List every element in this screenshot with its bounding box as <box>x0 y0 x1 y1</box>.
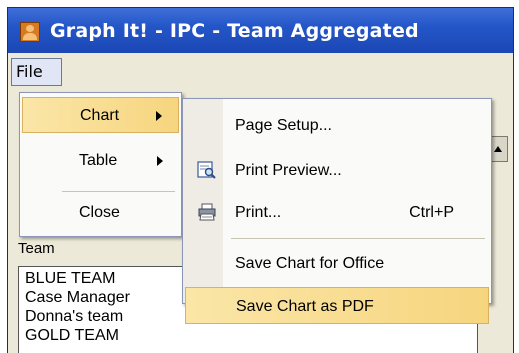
user-icon <box>20 22 40 42</box>
menu-item-print-preview[interactable]: Print Preview... <box>185 152 489 189</box>
print-preview-icon <box>197 161 217 179</box>
window-title: Graph It! - IPC - Team Aggregated <box>50 20 419 42</box>
shortcut-label: Ctrl+P <box>409 204 454 221</box>
list-item[interactable]: Donna's team <box>25 307 123 326</box>
menu-item-label: Save Chart for Office <box>235 255 385 272</box>
list-item[interactable]: Case Manager <box>25 288 130 307</box>
team-label: Team <box>18 240 55 254</box>
menu-separator <box>231 238 485 239</box>
submenu-arrow-icon <box>156 111 162 121</box>
file-menu: Chart Table Close <box>19 92 182 237</box>
submenu-arrow-icon <box>157 156 163 166</box>
menu-item-close[interactable]: Close <box>22 195 179 231</box>
menu-item-page-setup[interactable]: Page Setup... <box>185 107 489 144</box>
menu-file[interactable]: File <box>11 58 62 86</box>
menu-separator <box>62 191 175 192</box>
menu-item-chart[interactable]: Chart <box>22 97 179 133</box>
menu-item-save-pdf[interactable]: Save Chart as PDF <box>185 287 489 324</box>
menu-item-label: Print Preview... <box>235 162 342 179</box>
title-bar[interactable]: Graph It! - IPC - Team Aggregated <box>8 8 513 53</box>
menu-item-label: Chart <box>80 107 120 124</box>
menu-item-label: Page Setup... <box>235 117 332 134</box>
menu-item-label: Print... <box>235 204 282 221</box>
menu-item-save-office[interactable]: Save Chart for Office <box>185 245 489 282</box>
menu-item-table[interactable]: Table <box>22 143 179 179</box>
menu-bar: File <box>8 53 513 89</box>
printer-icon <box>197 203 217 221</box>
menu-item-label: Table <box>79 152 118 169</box>
menu-item-label: Close <box>79 204 120 221</box>
menu-item-print[interactable]: Print... Ctrl+P <box>185 194 489 231</box>
list-item[interactable]: BLUE TEAM <box>25 269 115 288</box>
list-item[interactable]: GOLD TEAM <box>25 326 119 345</box>
chart-submenu: Page Setup... Print Preview... Print... … <box>182 98 492 324</box>
menu-item-label: Save Chart as PDF <box>236 298 374 315</box>
